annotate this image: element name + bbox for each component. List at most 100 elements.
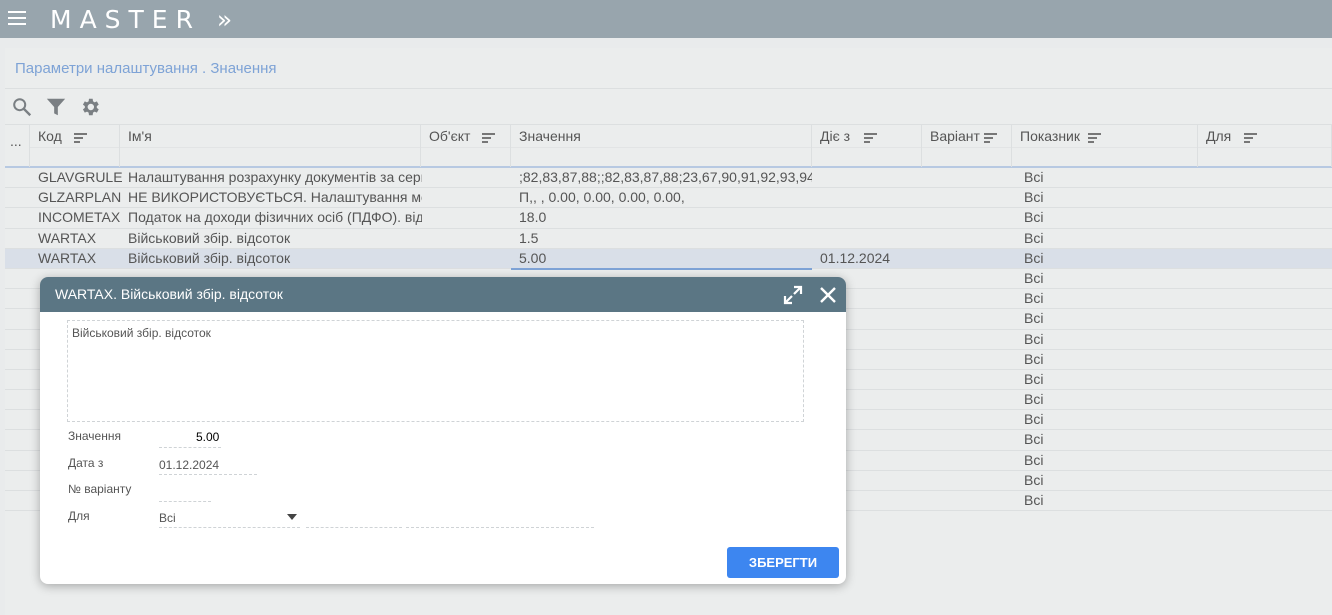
cell-indicator: Всі [1024, 310, 1044, 327]
cell-code: INCOMETAX [38, 209, 121, 226]
cell-value: П,, , 0.00, 0.00, 0.00, 0.00, [519, 189, 685, 206]
cell-indicator: Всі [1024, 451, 1044, 468]
cell-indicator: Всі [1024, 431, 1044, 448]
cell-indicator: Всі [1024, 189, 1044, 206]
column-header-label: Об'єкт [429, 128, 471, 144]
sort-icon[interactable] [1244, 133, 1257, 143]
column-header[interactable]: Варіант [922, 125, 1012, 167]
column-header[interactable]: Показник [1012, 125, 1198, 167]
hamburger-menu-icon[interactable] [8, 11, 26, 25]
column-header-label: Код [38, 128, 62, 144]
cell-indicator: Всі [1024, 350, 1044, 367]
cell-indicator: Всі [1024, 229, 1044, 246]
cell-value: 1.5 [519, 229, 539, 246]
column-filter-row [1012, 147, 1197, 148]
filter-icon[interactable] [45, 96, 67, 118]
table-row[interactable]: GLAVGRULES Налаштування розрахунку докуме… [5, 168, 1332, 189]
cell-indicator: Всі [1024, 471, 1044, 488]
cell-value: ;82,83,87,88;;82,83,87,88;23,67,90,91,92… [519, 169, 812, 185]
table-row[interactable]: INCOMETAX Податок на доходи фізичних осіб… [5, 208, 1332, 229]
column-header[interactable]: ... [5, 125, 30, 167]
table-row[interactable]: WARTAX Військовий збір. відсоток 5.00 01.12… [5, 248, 1332, 270]
table-row[interactable]: WARTAX Військовий збір. відсоток 1.5 Всі [5, 229, 1332, 249]
for-extra-field-2[interactable] [406, 527, 594, 528]
date-input[interactable]: 01.12.2024 [159, 458, 219, 472]
divider [5, 88, 1332, 89]
column-header-label: Для [1206, 128, 1232, 144]
for-select-underline [159, 527, 300, 528]
value-label: Значення [68, 429, 121, 443]
dialog-title: WARTAX. Військовий збір. відсоток [55, 286, 283, 302]
page-title: Параметри налаштування . Значення [15, 60, 277, 77]
date-input-underline [159, 474, 257, 475]
column-header-label: Значення [519, 128, 581, 144]
cell-name: Військовий збір. відсоток [128, 229, 291, 246]
cell-code: WARTAX [38, 249, 97, 266]
cell-code: WARTAX [38, 229, 97, 246]
cell-name: Налаштування розрахунку документів за се… [128, 169, 422, 185]
cell-indicator: Всі [1024, 411, 1044, 428]
column-filter-row [511, 147, 811, 148]
column-header[interactable]: Діє з [812, 125, 922, 167]
cell-indicator: Всі [1024, 370, 1044, 387]
date-label: Дата з [68, 456, 104, 470]
column-header-label: Показник [1020, 128, 1081, 144]
column-filter-row [30, 147, 119, 148]
edit-dialog: WARTAX. Військовий збір. відсоток Військ… [40, 277, 846, 584]
sort-icon[interactable] [482, 133, 495, 143]
grid-header: ... Код Ім'я Об'єкт Значення Діє з Варіант Пока… [5, 124, 1332, 168]
for-select[interactable]: Всі [159, 511, 176, 525]
cell-indicator: Всі [1024, 249, 1044, 266]
cell-indicator: Всі [1024, 391, 1044, 408]
sort-icon[interactable] [984, 133, 997, 143]
column-header[interactable]: Ім'я [120, 125, 421, 167]
column-filter-row [421, 147, 510, 148]
sort-icon[interactable] [864, 133, 877, 143]
cell-date: 01.12.2024 [820, 249, 891, 266]
cell-indicator: Всі [1024, 269, 1044, 286]
cell-indicator: Всі [1024, 330, 1044, 347]
description-field[interactable]: Військовий збір. відсоток [67, 320, 804, 422]
column-filter-row [120, 147, 420, 148]
sort-icon[interactable] [1088, 133, 1101, 143]
cell-indicator: Всі [1024, 209, 1044, 226]
for-label: Для [68, 509, 90, 523]
column-header[interactable]: Об'єкт [421, 125, 511, 167]
column-filter-row [1198, 147, 1331, 148]
cell-indicator: Всі [1024, 290, 1044, 307]
variant-input-underline [159, 501, 211, 502]
value-input[interactable]: 5.00 [196, 430, 219, 444]
cell-name: Військовий збір. відсоток [128, 249, 291, 266]
cell-code: GLZARPLAN [38, 189, 122, 206]
dialog-header: WARTAX. Військовий збір. відсоток [40, 277, 846, 312]
cell-code: GLAVGRULES [38, 169, 122, 185]
column-header-label: ... [10, 133, 22, 149]
cell-value: 18.0 [519, 209, 547, 226]
cell-indicator: Всі [1024, 169, 1044, 185]
expand-icon[interactable] [783, 285, 803, 305]
column-header[interactable]: Код [30, 125, 120, 167]
column-filter-row [812, 147, 921, 148]
column-filter-row [922, 147, 1011, 148]
search-icon[interactable] [11, 96, 33, 118]
table-row[interactable]: GLZARPLAN НЕ ВИКОРИСТОВУЄТЬСЯ. Налаштуван… [5, 188, 1332, 209]
variant-label: № варіанту [68, 482, 132, 496]
column-header[interactable]: Для [1198, 125, 1332, 167]
app-logo[interactable]: MASTER » [50, 5, 240, 34]
column-header-label: Діє з [820, 128, 851, 144]
gear-icon[interactable] [79, 96, 101, 118]
cell-indicator: Всі [1024, 492, 1044, 508]
save-button[interactable]: ЗБЕРЕГТИ [727, 547, 839, 578]
close-icon[interactable] [818, 285, 838, 305]
cell-value: 5.00 [519, 249, 547, 266]
value-input-underline [159, 447, 221, 448]
chevron-down-icon[interactable] [287, 514, 297, 520]
column-header-label: Ім'я [128, 128, 152, 144]
sort-icon[interactable] [74, 133, 87, 143]
for-extra-field-1[interactable] [306, 527, 402, 528]
cell-name: Податок на доходи фізичних осіб (ПДФО). … [128, 209, 422, 226]
cell-name: НЕ ВИКОРИСТОВУЄТЬСЯ. Налаштування модуля [128, 189, 422, 206]
column-header-label: Варіант [930, 128, 980, 144]
column-header[interactable]: Значення [511, 125, 812, 167]
top-bar: MASTER » [0, 0, 1332, 38]
